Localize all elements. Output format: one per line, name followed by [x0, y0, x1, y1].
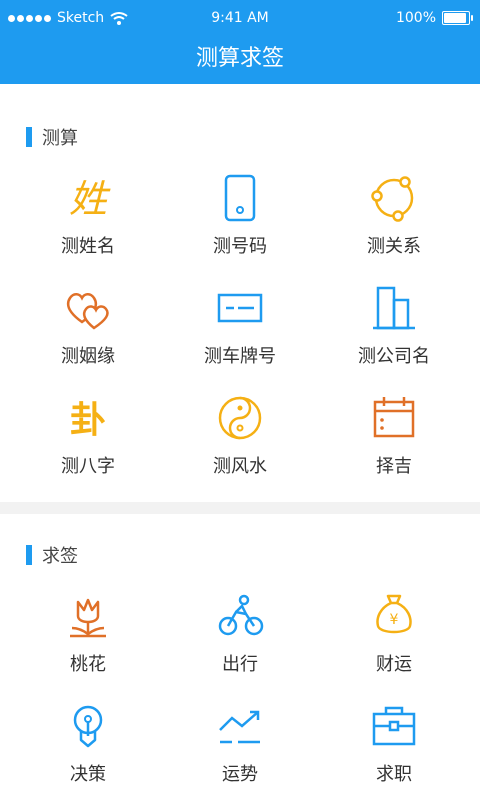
section-qiuqian: 求签 桃花 出行 ¥ 财运 决策 运势 求职: [0, 514, 480, 800]
item-label: 桃花: [70, 654, 106, 675]
svg-text:¥: ¥: [390, 612, 399, 628]
app-header: Sketch 9:41 AM 100% 测算求签: [0, 0, 480, 84]
section-title: 求签: [26, 542, 78, 568]
relationship-network-icon: [370, 174, 418, 222]
item-label: 测八字: [61, 456, 115, 477]
lightbulb-icon: [64, 702, 112, 750]
grid-item-relationship[interactable]: 测关系: [314, 174, 474, 258]
cyclist-icon: [216, 592, 264, 640]
section-title-text: 测算: [42, 128, 78, 149]
section-accent-bar: [26, 545, 32, 565]
phone-icon: [216, 174, 264, 222]
item-label: 择吉: [376, 456, 412, 477]
gua-character-icon: 卦: [64, 394, 112, 442]
item-label: 测风水: [213, 456, 267, 477]
item-label: 测姓名: [61, 236, 115, 257]
grid-item-marriage[interactable]: 测姻缘: [8, 284, 168, 368]
grid-item-bazi[interactable]: 卦 测八字: [8, 394, 168, 478]
grid-item-phone[interactable]: 测号码: [160, 174, 320, 258]
battery-label: 100%: [395, 10, 436, 26]
item-label: 运势: [222, 764, 258, 785]
item-label: 出行: [222, 654, 258, 675]
flower-icon: [64, 592, 112, 640]
grid-item-job[interactable]: 求职: [314, 702, 474, 786]
calendar-icon: [370, 394, 418, 442]
money-bag-icon: ¥: [370, 592, 418, 640]
section-title-text: 求签: [42, 546, 78, 567]
svg-text:姓: 姓: [69, 177, 111, 221]
section-title: 测算: [26, 124, 78, 150]
trend-icon: [216, 702, 264, 750]
xing-character-icon: 姓: [64, 174, 112, 222]
grid-item-zeji[interactable]: 择吉: [314, 394, 474, 478]
grid-item-license-plate[interactable]: 测车牌号: [160, 284, 320, 368]
grid-item-company[interactable]: 测公司名: [314, 284, 474, 368]
item-label: 测公司名: [358, 346, 430, 367]
item-label: 财运: [376, 654, 412, 675]
item-label: 求职: [376, 764, 412, 785]
section-cesuan: 测算 姓 测姓名 测号码 测关系 测姻缘 测车牌号 测公司名 卦 测八字 测风水…: [0, 84, 480, 502]
battery-icon: [442, 11, 473, 25]
item-label: 测车牌号: [204, 346, 276, 367]
building-icon: [370, 284, 418, 332]
license-plate-icon: [216, 284, 264, 332]
status-right: 100%: [395, 10, 473, 26]
grid-item-travel[interactable]: 出行: [160, 592, 320, 676]
item-label: 决策: [70, 764, 106, 785]
grid-item-fortune[interactable]: 运势: [160, 702, 320, 786]
item-label: 测号码: [213, 236, 267, 257]
item-label: 测关系: [367, 236, 421, 257]
yin-yang-icon: [216, 394, 264, 442]
grid-item-decision[interactable]: 决策: [8, 702, 168, 786]
grid-item-fengshui[interactable]: 测风水: [160, 394, 320, 478]
grid-item-wealth[interactable]: ¥ 财运: [314, 592, 474, 676]
double-heart-icon: [64, 284, 112, 332]
svg-text:卦: 卦: [70, 399, 106, 441]
item-label: 测姻缘: [61, 346, 115, 367]
briefcase-icon: [370, 702, 418, 750]
section-accent-bar: [26, 127, 32, 147]
grid-item-name[interactable]: 姓 测姓名: [8, 174, 168, 258]
page-title: 测算求签: [195, 46, 284, 71]
status-bar: Sketch 9:41 AM 100%: [0, 0, 480, 38]
grid-item-peach-blossom[interactable]: 桃花: [8, 592, 168, 676]
